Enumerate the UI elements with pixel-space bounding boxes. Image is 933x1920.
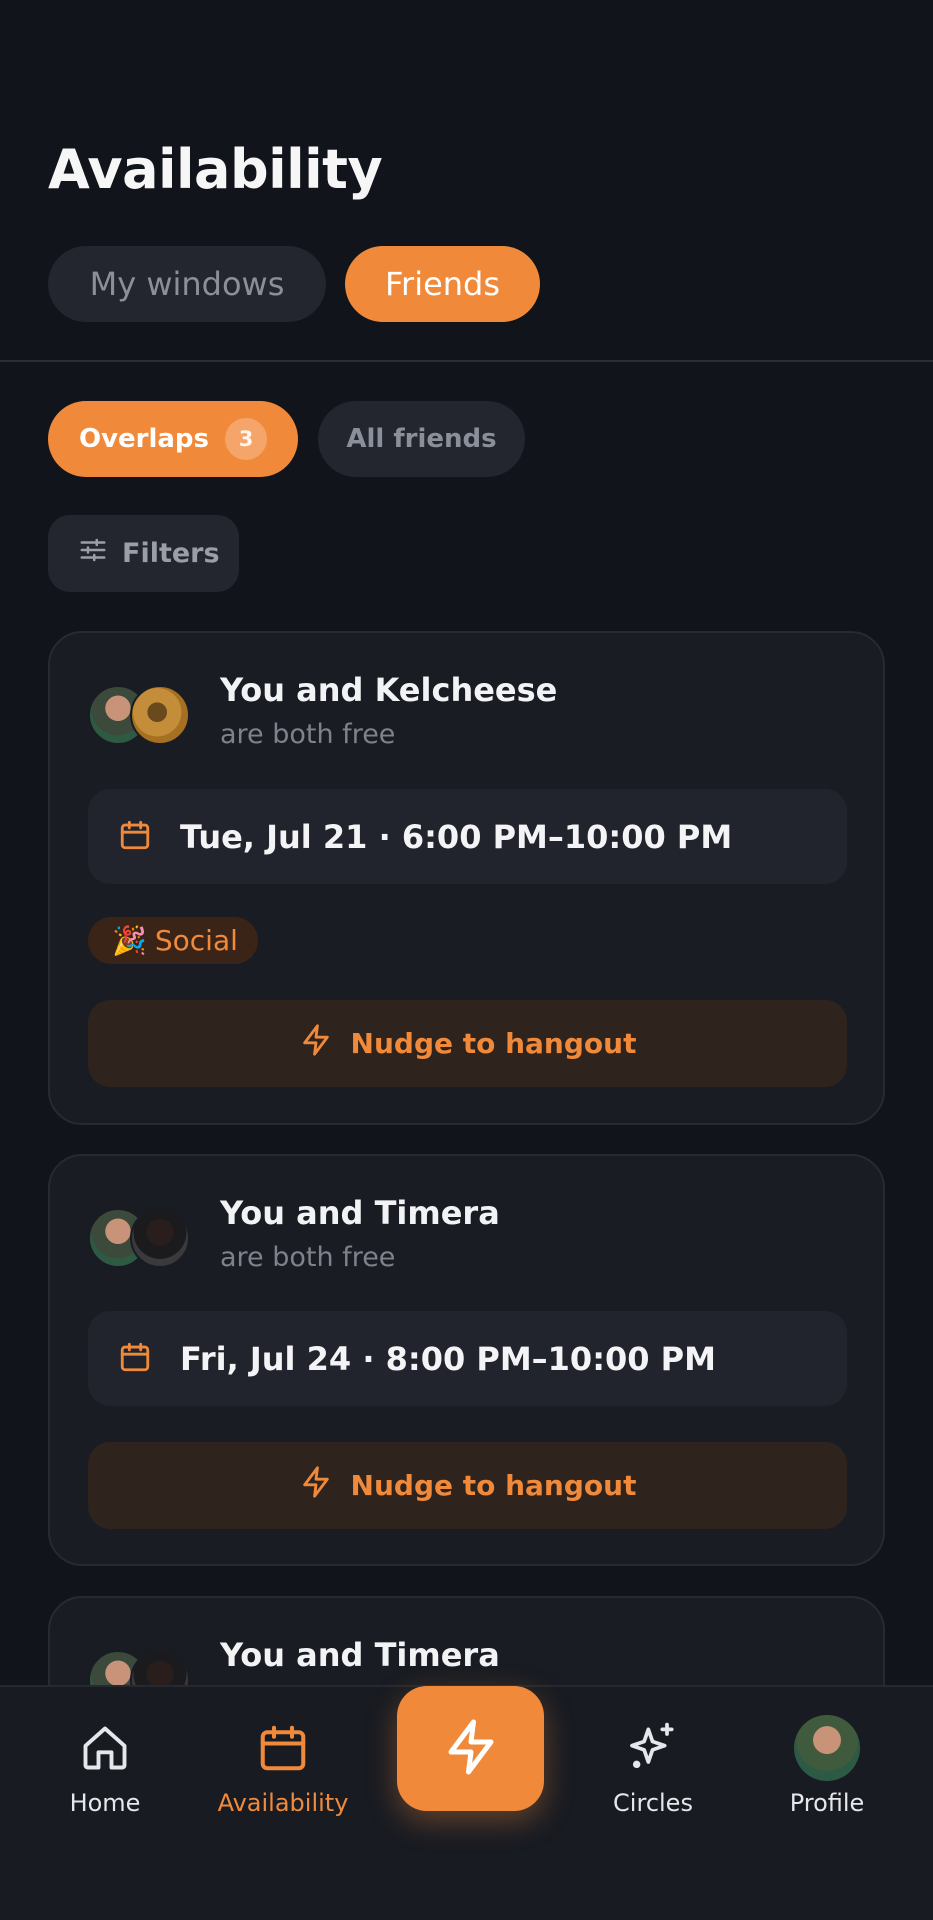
overlap-title: You and Timera [220, 1194, 500, 1232]
overlap-subtitle: are both free [220, 1242, 396, 1273]
tag-label: Social [154, 924, 238, 957]
nav-availability[interactable]: Availability [203, 1717, 363, 1817]
page-title: Availability [48, 138, 383, 201]
calendar-icon [118, 1340, 152, 1378]
nudge-label: Nudge to hangout [350, 1027, 637, 1060]
nav-home[interactable]: Home [25, 1717, 185, 1817]
avatar-pair [88, 685, 194, 747]
overlaps-count-badge: 3 [225, 418, 268, 460]
lightning-icon [299, 1465, 333, 1506]
chip-overlaps[interactable]: Overlaps 3 [48, 401, 298, 477]
sparkles-icon [573, 1717, 733, 1779]
filters-button[interactable]: Filters [48, 515, 239, 592]
category-tag: 🎉 Social [88, 917, 258, 964]
nav-availability-label: Availability [217, 1789, 349, 1817]
overlap-card: You and Kelcheese are both free Tue, Jul… [48, 631, 885, 1125]
time-window: Fri, Jul 24 · 8:00 PM–10:00 PM [88, 1311, 847, 1406]
avatar [130, 1208, 190, 1268]
overlap-title: You and Timera [220, 1636, 500, 1674]
avatar [130, 685, 190, 745]
overlap-subtitle: are both free [220, 719, 396, 750]
overlap-title: You and Kelcheese [220, 671, 558, 709]
nav-circles-label: Circles [613, 1789, 693, 1817]
header: Availability My windows Friends [0, 0, 933, 362]
overlap-card: You and Timera are both free Fri, Jul 24… [48, 1154, 885, 1566]
nudge-label: Nudge to hangout [350, 1469, 637, 1502]
lightning-icon [441, 1717, 501, 1781]
header-divider [0, 360, 933, 362]
avatar [794, 1715, 860, 1781]
calendar-icon [118, 818, 152, 856]
time-window: Tue, Jul 21 · 6:00 PM–10:00 PM [88, 789, 847, 884]
chip-overlaps-label: Overlaps [78, 424, 210, 454]
nav-profile[interactable]: Profile [747, 1715, 907, 1817]
tab-my-windows[interactable]: My windows [48, 246, 326, 322]
tab-friends[interactable]: Friends [345, 246, 540, 322]
lightning-icon [299, 1023, 333, 1064]
nav-profile-label: Profile [789, 1789, 865, 1817]
quick-nudge-button[interactable] [397, 1686, 544, 1811]
time-text: Tue, Jul 21 · 6:00 PM–10:00 PM [180, 817, 733, 856]
chip-all-friends[interactable]: All friends [318, 401, 525, 477]
time-text: Fri, Jul 24 · 8:00 PM–10:00 PM [180, 1339, 716, 1378]
nav-circles[interactable]: Circles [573, 1717, 733, 1817]
nudge-button[interactable]: Nudge to hangout [88, 1000, 847, 1087]
home-icon [25, 1717, 185, 1779]
avatar-pair [88, 1208, 194, 1270]
nav-home-label: Home [69, 1789, 141, 1817]
nudge-button[interactable]: Nudge to hangout [88, 1442, 847, 1529]
filters-label: Filters [122, 538, 220, 569]
party-popper-icon: 🎉 [112, 924, 147, 957]
calendar-icon [203, 1717, 363, 1779]
sliders-icon [78, 535, 108, 572]
